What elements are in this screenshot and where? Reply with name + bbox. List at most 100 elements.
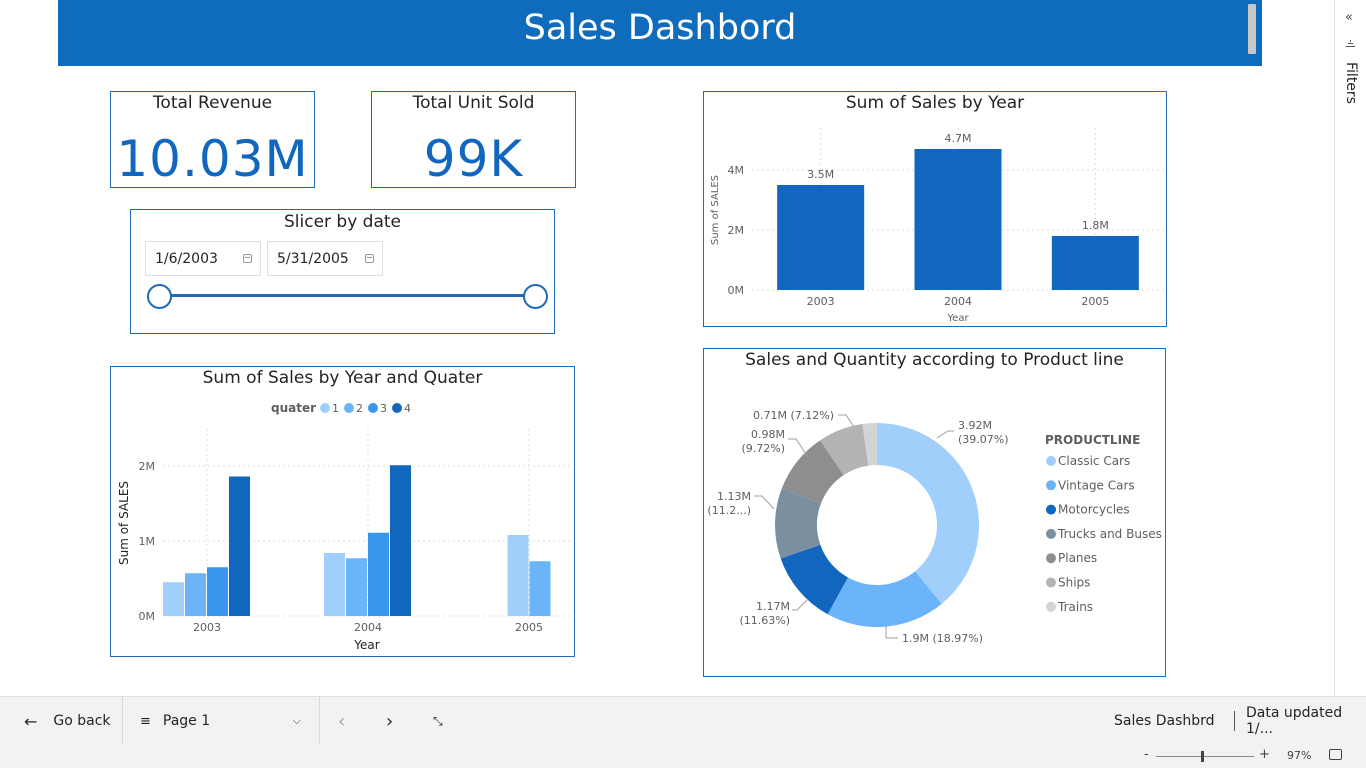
x-tick-label: 2004 [354,621,382,634]
bar-2005-q1 [507,535,529,616]
start-date-input[interactable]: 1/6/2003 [145,241,261,276]
y-tick-label: 1M [139,535,156,548]
legend-label: Motorcycles [1058,503,1130,517]
slider-track[interactable] [159,294,536,297]
legend-label: Trucks and Buses [1057,527,1162,541]
page-list-icon: ≡ [140,713,151,729]
data-updated-text[interactable]: Data updated 1/... [1246,697,1366,745]
x-tick-label: 2003 [193,621,221,634]
go-back-button[interactable]: ← Go back [24,697,111,745]
y-tick-label: 0M [139,610,156,623]
leader-line [792,599,808,611]
arrow-left-icon: ← [24,711,38,731]
legend-marker [1046,528,1056,539]
slice-data-label: (11.63%) [739,614,790,627]
data-label: 1.8M [1082,219,1109,232]
status-bar: - + 97% [0,744,1366,768]
legend-label: Classic Cars [1058,454,1130,468]
header-scrollbar[interactable] [1248,4,1256,54]
legend-label: 4 [404,402,411,415]
page-label: Page 1 [162,713,211,729]
collapse-pane-icon[interactable]: « [1345,10,1353,25]
calendar-icon[interactable] [365,254,374,263]
legend-label: Ships [1058,576,1090,590]
slider-start-handle[interactable] [147,284,172,309]
slice-data-label: 1.9M (18.97%) [902,632,983,645]
slicer-title: Slicer by date [283,212,402,232]
legend-marker [1046,577,1056,588]
y-tick-label: 0M [728,284,745,297]
y-axis-title: Sum of SALES [117,481,131,565]
bar-2004-q3 [368,532,389,616]
legend-marker [1046,601,1056,612]
divider [1234,711,1235,731]
slice-data-label: (11.2...) [707,504,751,517]
bar-2003-q4 [229,476,250,616]
legend-label: 1 [332,402,339,415]
next-page-button[interactable]: › [386,697,393,745]
slice-data-label: (39.07%) [958,433,1009,446]
legend-marker-2 [344,403,354,413]
bar-2003 [777,185,865,290]
slice-classic-cars [877,423,979,604]
fit-to-page-icon[interactable] [1329,749,1342,760]
previous-page-button[interactable]: ‹ [338,697,345,745]
x-tick-label: 2003 [807,295,835,308]
bar-2005-q2 [529,561,551,616]
zoom-level: 97% [1287,749,1312,762]
x-tick-label: 2005 [515,621,543,634]
slider-end-handle[interactable] [523,284,548,309]
legend-label: 2 [356,402,363,415]
navigation-bar: ← Go back ≡ Page 1 ⌵ ‹ › ⤡ Sales Dashbrd… [0,696,1366,745]
data-label: 4.7M [945,132,972,145]
x-axis-title: Year [946,313,969,324]
slice-data-label: (9.72%) [741,442,785,455]
leader-line [838,414,855,428]
collapse-icon[interactable]: ⤡ [433,697,443,745]
legend-marker-3 [368,403,378,413]
filters-pane[interactable]: « Filters [1334,0,1366,696]
zoom-slider[interactable] [1156,756,1254,757]
slice-data-label: 0.98M [751,428,785,441]
sales-by-quarter-plot: quater 1 2 3 4 0M 1M 2M 2003 2004 2005 Year Sum of S… [117,401,571,652]
legend-label: Trains [1057,600,1093,614]
x-axis-title: Year [353,638,379,652]
total-revenue-value: 10.03M [116,130,309,188]
legend-label: 3 [380,402,387,415]
divider [319,697,320,745]
go-back-label: Go back [53,713,111,729]
legend-marker [1046,456,1056,466]
dashboard-title: Sales Dashbord [523,8,797,48]
zoom-out-button[interactable]: - [1144,747,1149,762]
zoom-in-button[interactable]: + [1259,747,1270,762]
report-canvas: Sales Dashbord Total Revenue 10.03M Tota… [0,0,1334,696]
data-label: 3.5M [807,168,834,181]
dashboard-header: Sales Dashbord [58,0,1262,66]
filters-label[interactable]: Filters [1343,62,1359,104]
sales-by-quarter-chart[interactable]: Sum of Sales by Year and Quater quater 1 2… [110,366,575,657]
page-selector[interactable]: ≡ Page 1 ⌵ [140,697,305,745]
bar-2004-q2 [346,558,367,616]
legend-marker [1046,480,1056,491]
legend-marker [1046,504,1056,515]
total-revenue-card[interactable]: Total Revenue 10.03M [110,91,315,188]
slice-data-label: 3.92M [958,419,992,432]
date-slicer[interactable]: Slicer by date 1/6/2003 5/31/2005 [130,209,555,334]
bar-2004 [914,149,1002,290]
total-unit-sold-label: Total Unit Sold [412,93,535,113]
filter-icon[interactable] [1346,40,1355,50]
end-date-value: 5/31/2005 [277,251,349,267]
total-unit-sold-card[interactable]: Total Unit Sold 99K [371,91,576,188]
slice-data-label: 1.17M [756,600,790,613]
legend-title: quater [271,401,316,415]
sales-by-year-chart[interactable]: Sum of Sales by Year 0M 2M 4M 3.5M 2003 4.7M 2… [703,91,1167,327]
y-tick-label: 2M [139,460,156,473]
end-date-input[interactable]: 5/31/2005 [267,241,383,276]
bar-2004-q1 [324,553,345,616]
calendar-icon[interactable] [243,254,252,263]
chevron-down-icon: ⌵ [292,714,301,727]
zoom-slider-thumb[interactable] [1201,751,1204,762]
divider [122,697,123,745]
product-line-chart[interactable]: Sales and Quantity according to Product … [703,348,1166,677]
slice-data-label: 1.13M [717,490,751,503]
